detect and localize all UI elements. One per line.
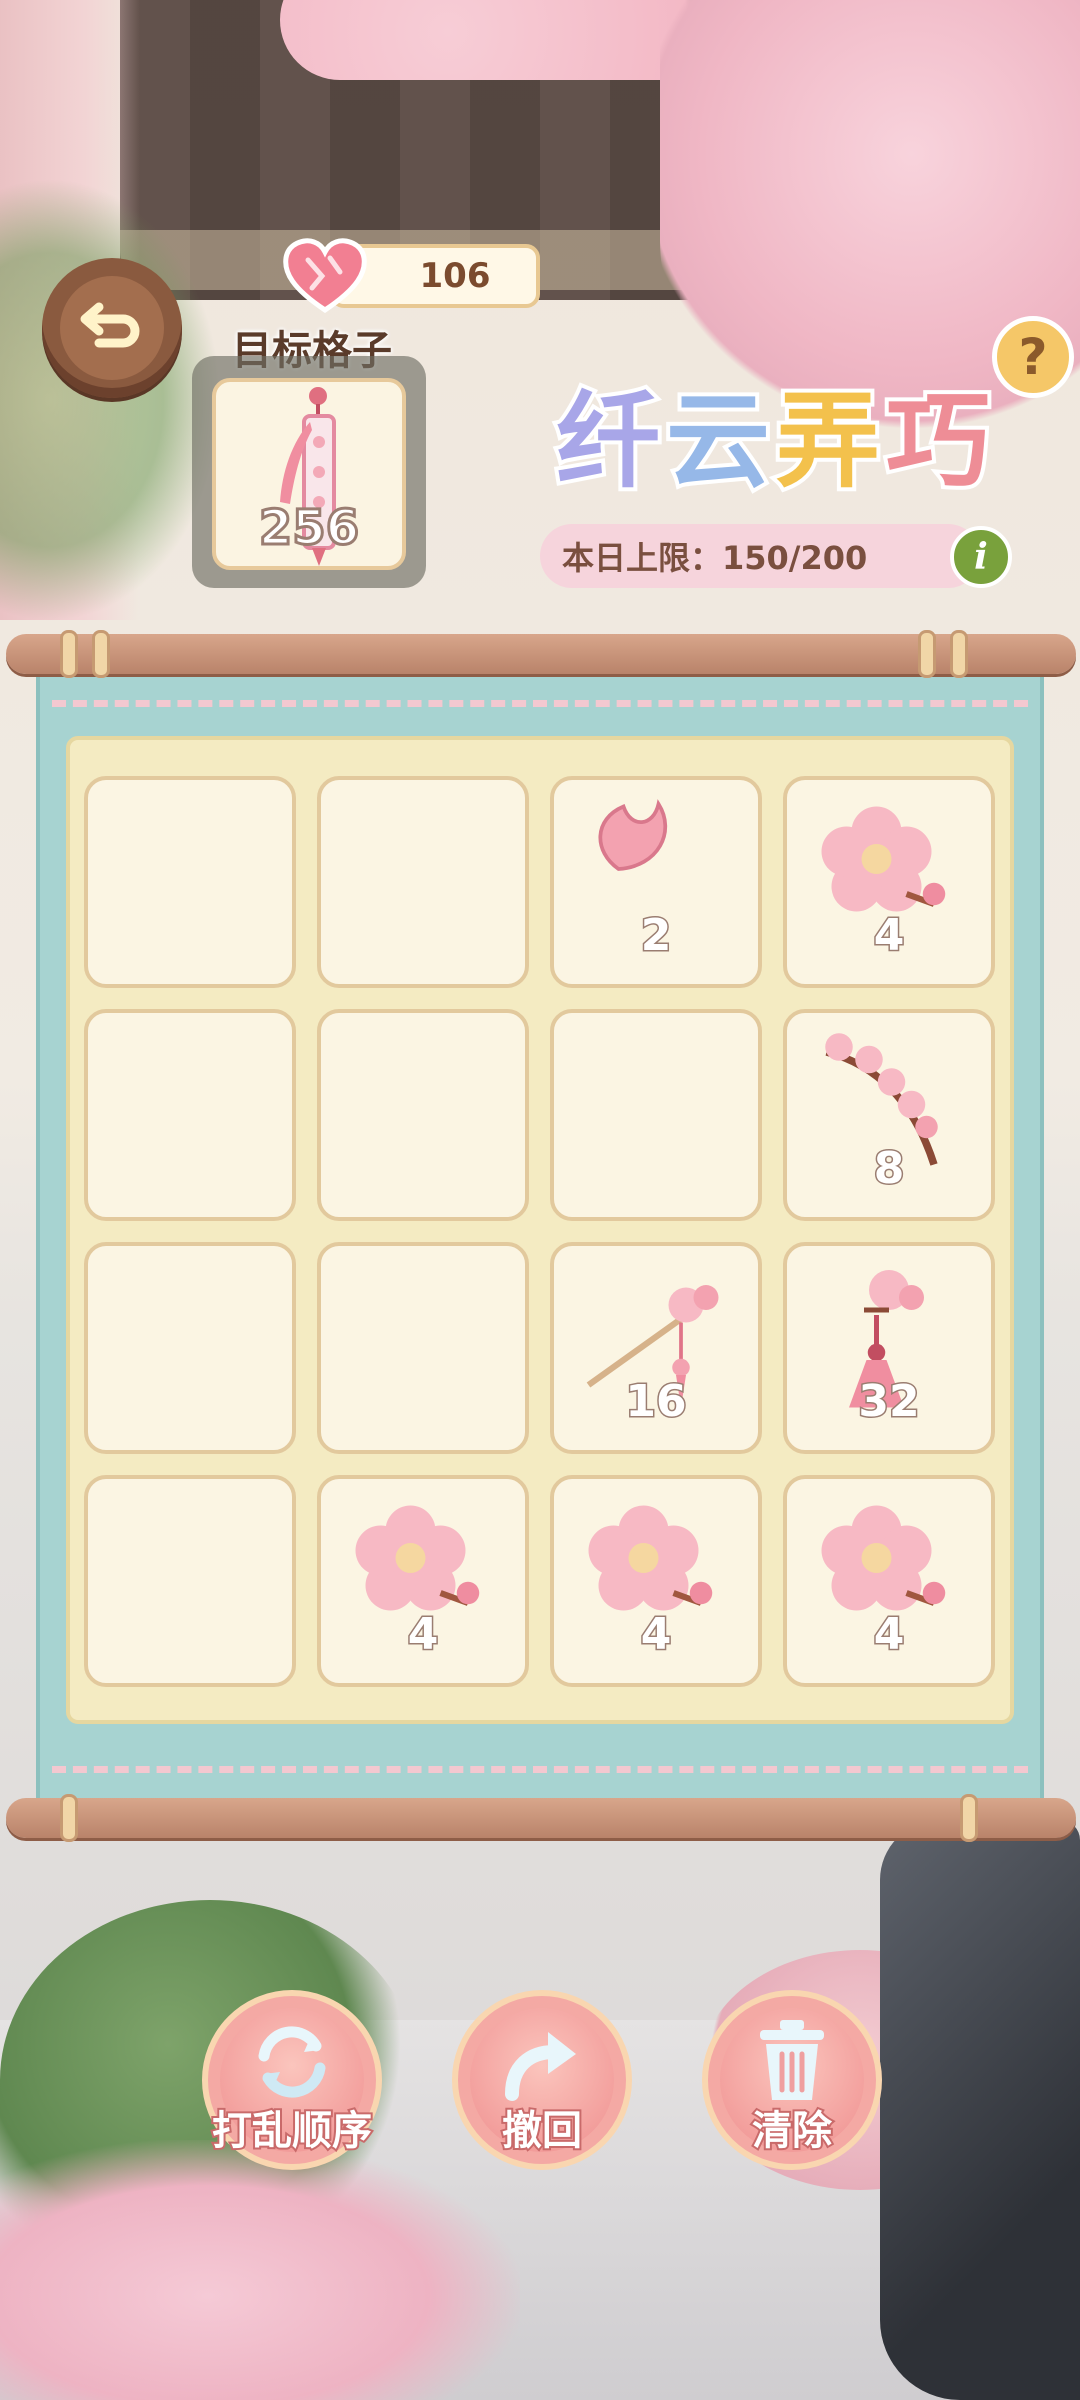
clear-label: 清除 — [750, 2106, 834, 2156]
rod-knot — [92, 630, 110, 678]
scroll-stitch-bottom — [52, 1766, 1028, 1773]
cell-value: 4 — [872, 1608, 906, 1662]
scroll-bottom-rod — [6, 1798, 1076, 1838]
rod-knot — [950, 630, 968, 678]
undo-button[interactable]: 撤回 — [452, 1990, 632, 2170]
title-char-2: 云 — [662, 376, 777, 506]
title-char-3: 弄 — [772, 376, 887, 506]
trash-icon — [760, 2020, 824, 2100]
undo-arrow-icon — [505, 2032, 576, 2101]
cell-value: 16 — [624, 1375, 688, 1429]
game-title: 纤云弄巧 — [552, 356, 1016, 506]
help-button[interactable]: ? — [992, 316, 1074, 398]
title-char-4: 巧 — [882, 376, 997, 506]
cell-value: 32 — [857, 1375, 921, 1429]
title-char-1: 纤 — [552, 376, 667, 506]
fallen-petals — [0, 2140, 520, 2400]
cell-value: 4 — [872, 909, 906, 963]
grid-cell[interactable] — [317, 776, 529, 988]
rod-knot — [918, 630, 936, 678]
grid-cell[interactable] — [317, 1242, 529, 1454]
info-icon: i — [974, 536, 988, 578]
undo-label: 撤回 — [500, 2106, 584, 2156]
grid-cell[interactable] — [317, 1009, 529, 1221]
heart-gem-icon — [283, 238, 367, 314]
grid-cell[interactable] — [84, 1475, 296, 1687]
rod-knot — [60, 630, 78, 678]
cell-value: 4 — [406, 1608, 440, 1662]
daily-limit-pill: 本日上限：150/200 — [540, 524, 980, 588]
rod-knot — [960, 1794, 978, 1842]
back-button[interactable] — [42, 258, 182, 398]
shuffle-button[interactable]: 打乱顺序 — [202, 1990, 382, 2170]
grid-cell[interactable] — [84, 776, 296, 988]
info-button[interactable]: i — [950, 526, 1012, 588]
scroll-top-rod — [6, 634, 1076, 674]
cell-value: 2 — [639, 909, 673, 963]
question-icon: ? — [1018, 328, 1048, 386]
rod-knot — [60, 1794, 78, 1842]
back-arrow-icon — [80, 302, 140, 348]
shuffle-icon — [258, 2026, 326, 2098]
grid-cell[interactable] — [84, 1242, 296, 1454]
clear-button[interactable]: 清除 — [702, 1990, 882, 2170]
scroll-stitch-top — [52, 700, 1028, 707]
target-value: 256 — [257, 499, 360, 558]
daily-limit-text: 本日上限：150/200 — [562, 539, 868, 577]
cell-value: 8 — [872, 1142, 906, 1196]
cell-value: 4 — [639, 1608, 673, 1662]
shuffle-label: 打乱顺序 — [210, 2106, 374, 2156]
heart-currency-value: 106 — [419, 256, 491, 296]
grid-cell[interactable] — [84, 1009, 296, 1221]
grid-cell[interactable] — [550, 1009, 762, 1221]
